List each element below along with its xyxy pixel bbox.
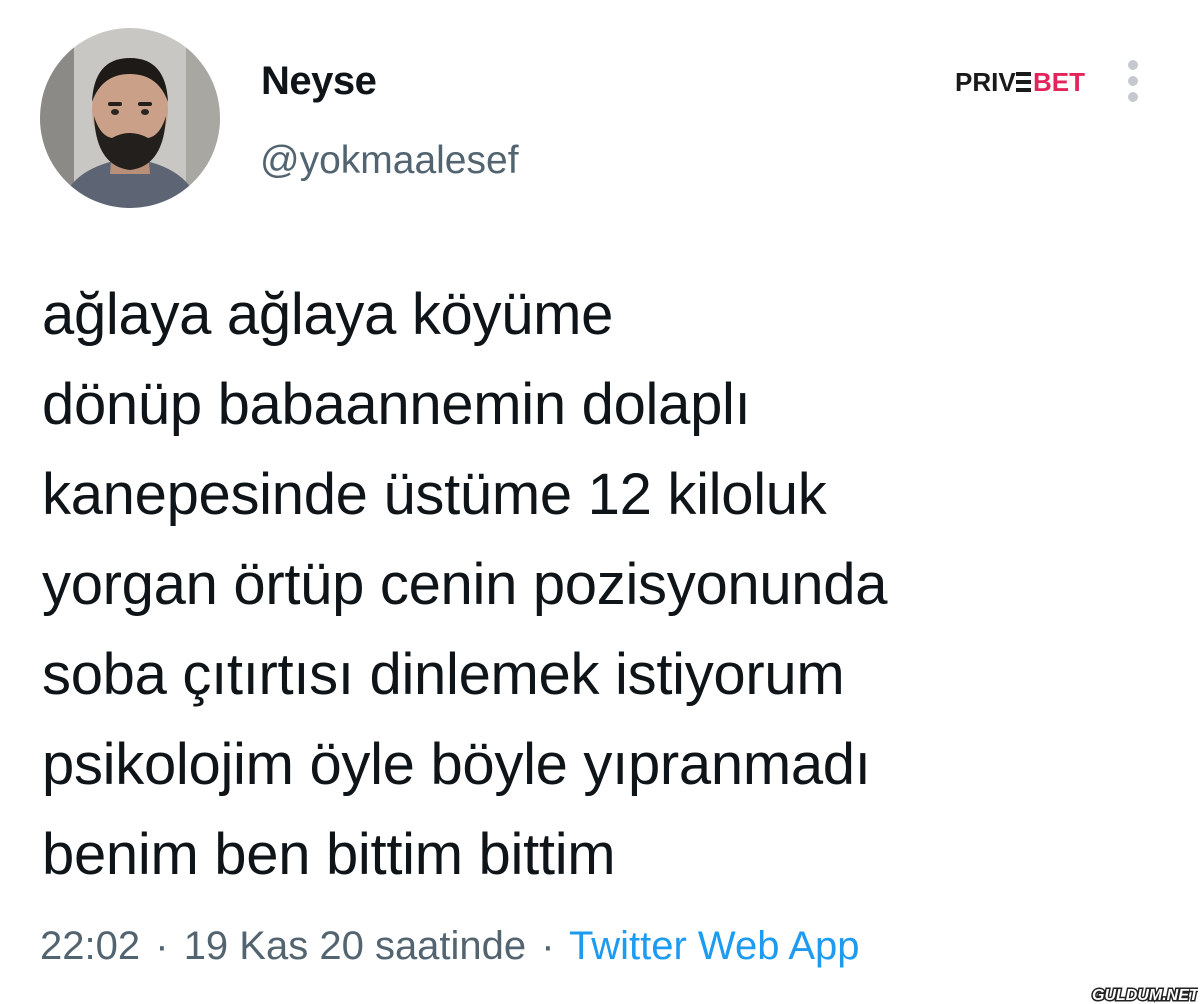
brand-watermark-logo: PRIV BET (955, 67, 1085, 96)
site-watermark-logo: GULDUM.NET (1091, 986, 1199, 1004)
tweet-date[interactable]: 19 Kas 20 saatinde (184, 924, 526, 968)
brand-watermark-text-right: BET (1033, 67, 1085, 96)
tweet-source-link[interactable]: Twitter Web App (569, 924, 860, 968)
tweet-text: ağlaya ağlaya köyüme dönüp babaannemin d… (42, 282, 888, 887)
tweet-time[interactable]: 22:02 (40, 924, 140, 968)
tweet-metadata: 22:02 · 19 Kas 20 saatinde · Twitter Web… (40, 918, 860, 974)
brand-watermark-text-left: PRIV (955, 67, 1016, 96)
author-display-name[interactable]: Neyse (261, 56, 377, 106)
meta-separator: · (155, 924, 169, 968)
site-watermark-text: GULDUM.NET (1092, 987, 1198, 1004)
meta-separator: · (541, 924, 555, 968)
tweet-screenshot: { "tweet": { "author": { "display_name":… (0, 0, 1200, 1004)
author-handle[interactable]: @yokmaalesef (260, 136, 519, 186)
avatar[interactable] (40, 28, 220, 208)
more-vertical-icon[interactable] (1118, 58, 1148, 104)
profile-photo (40, 28, 220, 208)
